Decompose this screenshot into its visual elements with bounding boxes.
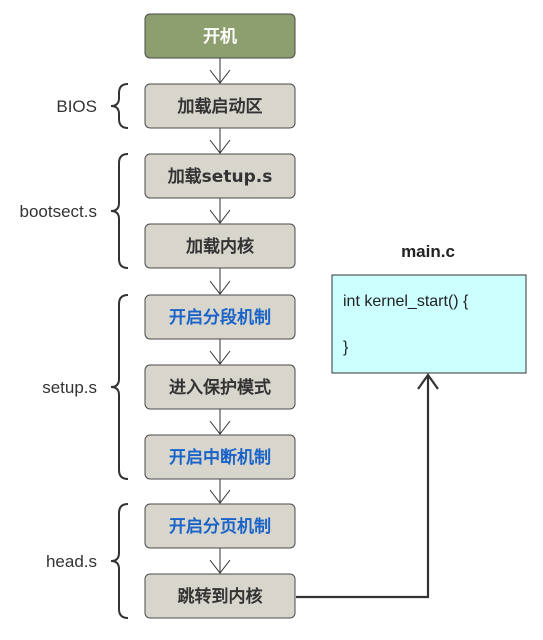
code-panel-title: main.c [401,242,455,261]
step-label-4: 开启分段机制 [169,307,271,328]
jump-connector-line [296,376,430,599]
group-bracket-0 [110,83,129,129]
step-label-5: 进入保护模式 [169,377,271,398]
group-bracket-1 [110,153,129,269]
group-label-3: head.s [46,552,97,571]
step-label-2: 加载setup.s [167,166,273,187]
code-panel [331,274,527,374]
boot-flow-diagram: 开机加载启动区加载setup.s 加载内核开启分段机制进入保护模式开启中断机制开启… [20,13,527,619]
step-label-8: 跳转到内核 [178,586,263,607]
flow-steps: 开机加载启动区加载setup.s 加载内核开启分段机制进入保护模式开启中断机制开启… [144,13,296,619]
code-line-1: int kernel_start() { [343,293,469,310]
step-label-3: 加载内核 [185,236,254,257]
group-label-0: BIOS [56,97,97,116]
step-label-1: 加载启动区 [177,96,263,117]
group-brackets: BIOS bootsect.s setup.s head.s [20,83,129,619]
group-bracket-2 [110,294,129,480]
group-label-1: bootsect.s [20,202,98,221]
step-label-0: 开机 [203,26,237,47]
code-line-2: } [343,339,349,356]
group-bracket-3 [110,503,129,619]
step-label-6: 开启中断机制 [169,447,271,468]
group-label-2: setup.s [42,378,97,397]
step-label-7: 开启分页机制 [169,516,271,537]
